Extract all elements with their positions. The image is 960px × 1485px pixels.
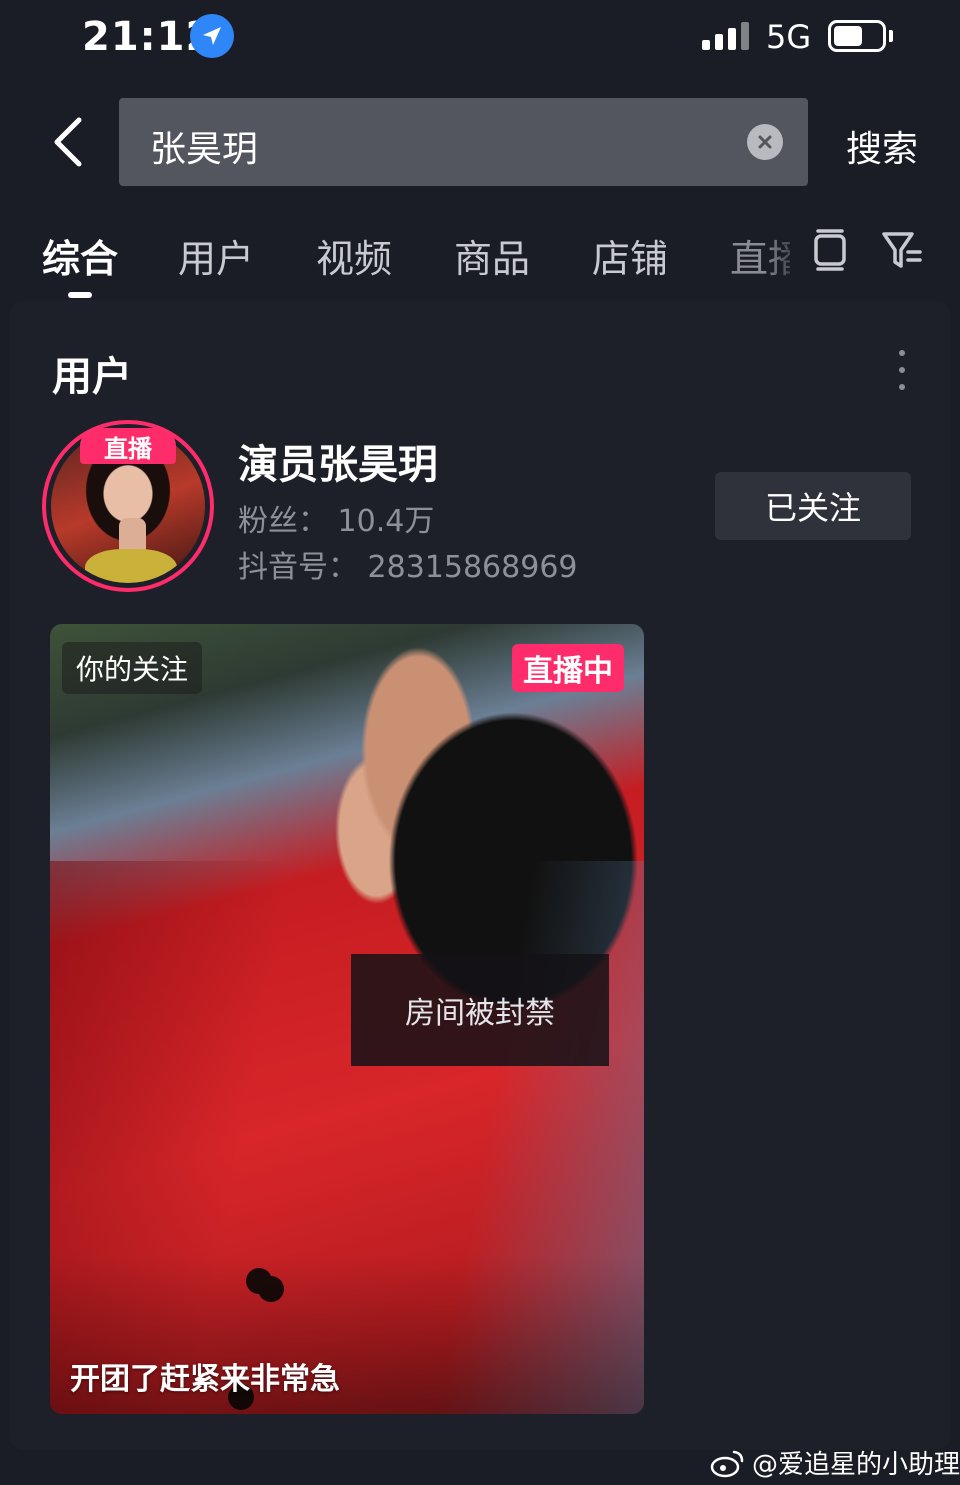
weibo-icon bbox=[710, 1450, 744, 1477]
user-name[interactable]: 演员张昊玥 bbox=[238, 432, 438, 490]
search-button[interactable]: 搜索 bbox=[846, 120, 918, 172]
filter-icon[interactable] bbox=[878, 226, 926, 274]
network-type: 5G bbox=[766, 18, 812, 56]
location-arrow-icon bbox=[190, 14, 234, 58]
tab-users[interactable]: 用户 bbox=[178, 228, 254, 283]
layout-toggle-icon[interactable] bbox=[810, 226, 850, 274]
tab-comprehensive[interactable]: 综合 bbox=[42, 228, 118, 283]
follow-button[interactable]: 已关注 bbox=[715, 472, 911, 540]
tab-fade-mask bbox=[765, 222, 805, 278]
close-icon bbox=[758, 135, 772, 149]
back-button[interactable] bbox=[40, 110, 96, 174]
clear-search-button[interactable] bbox=[747, 124, 783, 160]
battery-icon bbox=[828, 20, 886, 52]
signal-strength-icon bbox=[702, 22, 749, 50]
stream-caption: 开团了赶紧来非常急 bbox=[70, 1362, 340, 1397]
tab-shops[interactable]: 店铺 bbox=[592, 228, 668, 283]
tab-products[interactable]: 商品 bbox=[454, 228, 530, 283]
following-tag: 你的关注 bbox=[62, 642, 203, 694]
live-badge: 直播 bbox=[80, 428, 176, 464]
watermark: @爱追星的小助理 bbox=[710, 1444, 960, 1481]
active-tab-indicator bbox=[68, 292, 92, 298]
chevron-left-icon bbox=[54, 117, 82, 167]
live-now-badge: 直播中 bbox=[512, 644, 624, 692]
fans-count: 粉丝： 10.4万 bbox=[238, 504, 435, 539]
section-title: 用户 bbox=[52, 354, 132, 400]
douyin-id: 抖音号： 28315868969 bbox=[238, 550, 578, 585]
battery-cap bbox=[889, 30, 893, 42]
watermark-text: @爱追星的小助理 bbox=[752, 1450, 960, 1480]
search-query[interactable]: 张昊玥 bbox=[150, 120, 258, 172]
room-banned-notice: 房间被封禁 bbox=[351, 954, 609, 1066]
more-options-icon[interactable] bbox=[890, 350, 914, 390]
tab-videos[interactable]: 视频 bbox=[316, 228, 392, 283]
